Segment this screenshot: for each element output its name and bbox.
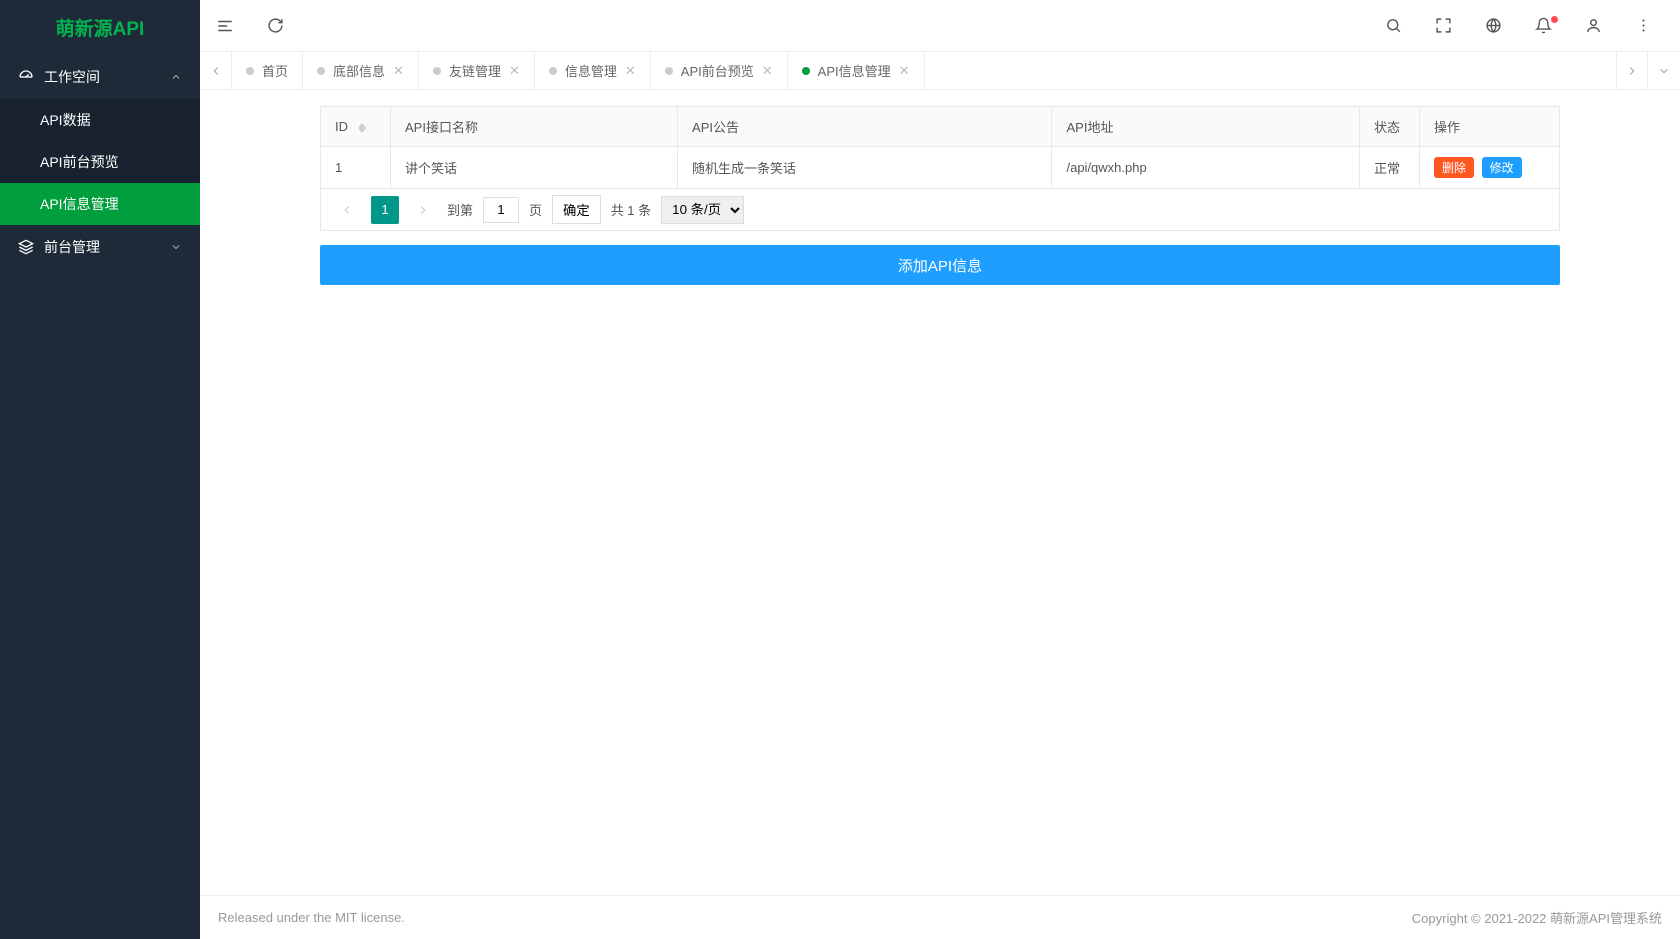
topbar-right: [1384, 17, 1664, 35]
tab-close-icon[interactable]: ✕: [393, 63, 404, 79]
delete-button[interactable]: 删除: [1434, 157, 1474, 178]
th-notice: API公告: [678, 107, 1052, 147]
layers-icon: [18, 239, 34, 255]
tab-close-icon[interactable]: ✕: [625, 63, 636, 79]
content-area: ID API接口名称 API公告 API地址 状态 操作: [200, 90, 1680, 895]
pager-page-size-select[interactable]: 10 条/页: [661, 196, 744, 224]
sidebar-item-api-preview[interactable]: API前台预览: [0, 141, 200, 183]
sidebar-group-label: 工作空间: [44, 67, 170, 87]
tab-close-icon[interactable]: ✕: [762, 63, 773, 79]
refresh-icon[interactable]: [266, 17, 284, 35]
tab-label: 信息管理: [565, 61, 617, 80]
sidebar-menu: 工作空间 API数据 API前台预览 API信息管理: [0, 55, 200, 939]
th-name: API接口名称: [391, 107, 678, 147]
menu-toggle-icon[interactable]: [216, 17, 234, 35]
footer-left: Released under the MIT license.: [218, 910, 405, 925]
tab-label: API前台预览: [681, 61, 754, 80]
chevron-up-icon: [170, 71, 182, 83]
tab-dot-icon: [802, 67, 810, 75]
tab-home[interactable]: 首页: [232, 52, 303, 89]
tab-close-icon[interactable]: ✕: [899, 63, 910, 79]
cell-action: 删除 修改: [1420, 147, 1560, 189]
user-icon[interactable]: [1584, 17, 1602, 35]
sidebar-item-label: API数据: [40, 110, 91, 130]
notification-dot: [1551, 16, 1558, 23]
cell-id: 1: [321, 147, 391, 189]
tab-info[interactable]: 信息管理 ✕: [535, 52, 651, 89]
tab-api-preview[interactable]: API前台预览 ✕: [651, 52, 788, 89]
footer-brand: 萌新源API管理系统: [1550, 911, 1662, 926]
more-icon[interactable]: [1634, 17, 1652, 35]
search-icon[interactable]: [1384, 17, 1402, 35]
cell-status: 正常: [1360, 147, 1420, 189]
th-status: 状态: [1360, 107, 1420, 147]
chevron-down-icon: [170, 241, 182, 253]
bell-icon[interactable]: [1534, 17, 1552, 35]
table-row: 1 讲个笑话 随机生成一条笑话 /api/qwxh.php 正常 删除 修改: [321, 147, 1560, 189]
tab-label: 底部信息: [333, 61, 385, 80]
api-table: ID API接口名称 API公告 API地址 状态 操作: [320, 106, 1560, 189]
tabs-dropdown[interactable]: [1648, 52, 1680, 89]
pager-page-input[interactable]: [483, 197, 519, 223]
pager-go-suffix: 页: [529, 200, 542, 219]
globe-icon[interactable]: [1484, 17, 1502, 35]
tab-dot-icon: [549, 67, 557, 75]
sidebar-group-frontend-title[interactable]: 前台管理: [0, 225, 200, 269]
th-action: 操作: [1420, 107, 1560, 147]
pager-next[interactable]: [409, 196, 437, 224]
topbar: [200, 0, 1680, 52]
tabs-list: 首页 底部信息 ✕ 友链管理 ✕ 信息管理 ✕: [232, 52, 1616, 89]
tab-dot-icon: [317, 67, 325, 75]
footer-right: Copyright © 2021-2022 萌新源API管理系统: [1412, 908, 1662, 927]
tab-label: 友链管理: [449, 61, 501, 80]
footer: Released under the MIT license. Copyrigh…: [200, 895, 1680, 939]
tab-links[interactable]: 友链管理 ✕: [419, 52, 535, 89]
dashboard-icon: [18, 69, 34, 85]
add-api-button[interactable]: 添加API信息: [320, 245, 1560, 285]
sort-icon[interactable]: [358, 123, 366, 133]
sidebar-item-label: API前台预览: [40, 152, 119, 172]
th-id[interactable]: ID: [321, 107, 391, 147]
pager-page-1[interactable]: 1: [371, 196, 399, 224]
table-header-row: ID API接口名称 API公告 API地址 状态 操作: [321, 107, 1560, 147]
tab-dot-icon: [433, 67, 441, 75]
tab-dot-icon: [665, 67, 673, 75]
tab-label: 首页: [262, 61, 288, 80]
tabs-bar: 首页 底部信息 ✕ 友链管理 ✕ 信息管理 ✕: [200, 52, 1680, 90]
th-url: API地址: [1052, 107, 1360, 147]
sidebar-group-frontend: 前台管理: [0, 225, 200, 269]
footer-copyright: Copyright © 2021-2022: [1412, 911, 1550, 926]
th-label: ID: [335, 119, 348, 134]
sidebar-group-workspace: 工作空间 API数据 API前台预览 API信息管理: [0, 55, 200, 225]
brand-logo: 萌新源API: [0, 0, 200, 55]
tab-dot-icon: [246, 67, 254, 75]
pager-go-prefix: 到第: [447, 200, 473, 219]
sidebar-group-label: 前台管理: [44, 237, 170, 257]
cell-url: /api/qwxh.php: [1052, 147, 1360, 189]
tabs-scroll-right[interactable]: [1616, 52, 1648, 89]
topbar-left: [216, 17, 284, 35]
pagination: 1 到第 页 确定 共 1 条 10 条/页: [320, 189, 1560, 231]
edit-button[interactable]: 修改: [1482, 157, 1522, 178]
main-area: 首页 底部信息 ✕ 友链管理 ✕ 信息管理 ✕: [200, 0, 1680, 939]
pager-total: 共 1 条: [611, 200, 651, 219]
pager-prev[interactable]: [333, 196, 361, 224]
tab-label: API信息管理: [818, 61, 891, 80]
fullscreen-icon[interactable]: [1434, 17, 1452, 35]
pager-confirm-button[interactable]: 确定: [552, 195, 601, 224]
sidebar-item-label: API信息管理: [40, 194, 119, 214]
cell-notice: 随机生成一条笑话: [678, 147, 1052, 189]
tab-close-icon[interactable]: ✕: [509, 63, 520, 79]
sidebar: 萌新源API 工作空间 API数据 API前台预览: [0, 0, 200, 939]
sidebar-item-api-info[interactable]: API信息管理: [0, 183, 200, 225]
cell-name: 讲个笑话: [391, 147, 678, 189]
sidebar-group-workspace-title[interactable]: 工作空间: [0, 55, 200, 99]
sidebar-item-api-data[interactable]: API数据: [0, 99, 200, 141]
tab-api-info[interactable]: API信息管理 ✕: [788, 52, 925, 89]
tab-footer-info[interactable]: 底部信息 ✕: [303, 52, 419, 89]
tabs-scroll-left[interactable]: [200, 52, 232, 89]
